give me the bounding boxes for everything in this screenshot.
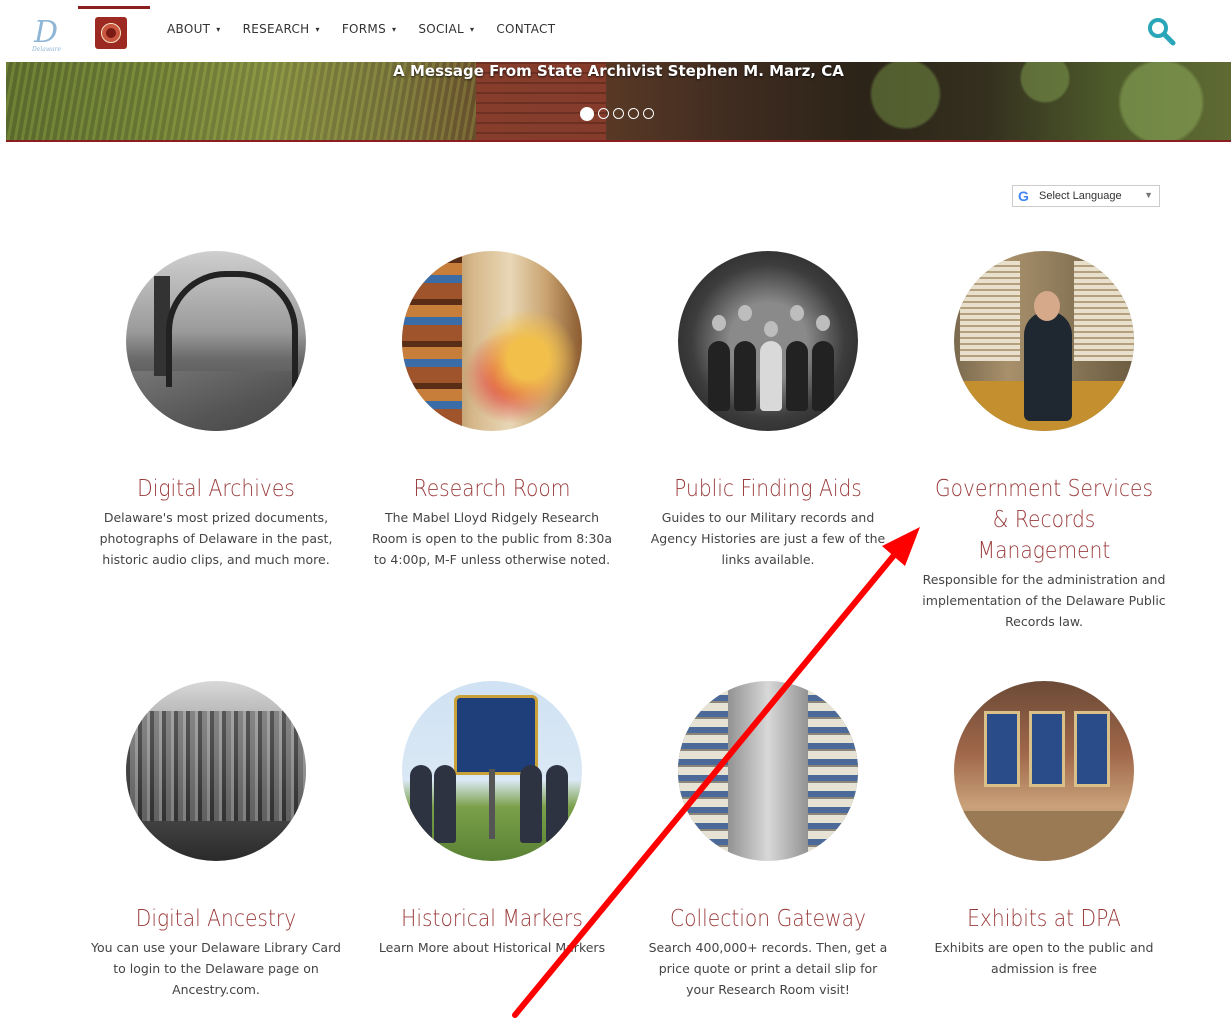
- chevron-down-icon: ▾: [315, 25, 320, 34]
- google-icon: G: [1018, 188, 1029, 204]
- photo-figure: [734, 341, 756, 411]
- svg-text:D: D: [33, 15, 58, 50]
- menu-item-social[interactable]: SOCIAL ▾: [418, 22, 474, 36]
- menu-label: CONTACT: [496, 22, 556, 36]
- person-head: [1034, 291, 1060, 321]
- photo-figure: [786, 341, 808, 411]
- menu-item-research[interactable]: RESEARCH ▾: [243, 22, 320, 36]
- tile-exhibits: Exhibits at DPA Exhibits are open to the…: [919, 681, 1169, 979]
- photo-face: [712, 315, 726, 331]
- main-menu: ABOUT ▾ RESEARCH ▾ FORMS ▾ SOCIAL ▾ CONTACT: [167, 22, 577, 36]
- menu-label: SOCIAL: [418, 22, 464, 36]
- tile-title[interactable]: Exhibits at DPA: [934, 904, 1154, 935]
- collection-gateway-image[interactable]: [678, 681, 858, 861]
- menu-label: ABOUT: [167, 22, 211, 36]
- top-nav: D Delaware ABOUT ▾ RESEARCH ▾ FORMS ▾ SOCIA…: [0, 0, 1231, 62]
- digital-archives-image[interactable]: [126, 251, 306, 431]
- menu-item-about[interactable]: ABOUT ▾: [167, 22, 221, 36]
- seal-icon: [95, 17, 127, 49]
- tile-description: The Mabel Lloyd Ridgely Research Room is…: [371, 510, 613, 567]
- tile-description: Search 400,000+ records. Then, get a pri…: [648, 940, 888, 997]
- menu-label: RESEARCH: [242, 22, 310, 36]
- slider-dot-3[interactable]: [613, 108, 624, 119]
- archive-shelf: [808, 681, 858, 861]
- slider-dot-4[interactable]: [628, 108, 639, 119]
- tile-title[interactable]: Collection Gateway: [658, 904, 878, 935]
- tile-public-finding-aids: Public Finding Aids Guides to our Milita…: [643, 251, 893, 570]
- photo-face: [790, 305, 804, 321]
- hero-caption[interactable]: A Message From State Archivist Stephen M…: [6, 62, 1231, 80]
- tile-description: Responsible for the administration and i…: [922, 572, 1166, 629]
- delaware-logo[interactable]: D Delaware: [28, 10, 72, 54]
- chevron-down-icon: ▾: [216, 25, 221, 34]
- person: [410, 765, 432, 843]
- tile-title[interactable]: Research Room: [382, 474, 602, 505]
- exhibits-image[interactable]: [954, 681, 1134, 861]
- language-select[interactable]: G Select Language ▼: [1012, 185, 1160, 207]
- search-icon[interactable]: [1146, 16, 1176, 46]
- historical-markers-image[interactable]: [402, 681, 582, 861]
- hero-border: [6, 140, 1231, 142]
- paper-stack: [960, 261, 1020, 361]
- tile-description: Exhibits are open to the public and admi…: [934, 940, 1154, 976]
- window: [1074, 711, 1110, 787]
- slider-dot-5[interactable]: [643, 108, 654, 119]
- menu-item-contact[interactable]: CONTACT: [496, 22, 555, 36]
- lobby-floor: [954, 811, 1134, 861]
- person: [520, 765, 542, 843]
- archives-seal-logo[interactable]: [78, 6, 150, 59]
- person: [546, 765, 568, 843]
- svg-text:Delaware: Delaware: [31, 46, 61, 53]
- tile-title[interactable]: Historical Markers: [382, 904, 602, 935]
- tile-description: Learn More about Historical Markers: [378, 940, 606, 955]
- window: [984, 711, 1020, 787]
- research-room-image[interactable]: [402, 251, 582, 431]
- digital-ancestry-image[interactable]: [126, 681, 306, 861]
- tile-collection-gateway: Collection Gateway Search 400,000+ recor…: [643, 681, 893, 1000]
- tile-government-services: Government Services & Records Management…: [919, 251, 1169, 632]
- photo-figure: [812, 341, 834, 411]
- tile-title[interactable]: Digital Ancestry: [106, 904, 326, 935]
- chevron-down-icon: ▾: [470, 25, 475, 34]
- slider-dot-1[interactable]: [580, 107, 594, 121]
- window: [1029, 711, 1065, 787]
- paper-stack: [1074, 261, 1134, 361]
- tile-description: You can use your Delaware Library Card t…: [91, 940, 341, 997]
- chevron-down-icon: ▾: [391, 25, 397, 34]
- tile-research-room: Research Room The Mabel Lloyd Ridgely Re…: [367, 251, 617, 570]
- photo-figure: [760, 341, 782, 411]
- government-services-image[interactable]: [954, 251, 1134, 431]
- tile-title[interactable]: Digital Archives: [106, 474, 326, 505]
- bridge-arch: [166, 271, 298, 387]
- photo-face: [816, 315, 830, 331]
- hero-slider[interactable]: A Message From State Archivist Stephen M…: [6, 62, 1231, 142]
- photo-figure: [708, 341, 730, 411]
- dropdown-arrow-icon: ▼: [1144, 190, 1153, 200]
- language-select-label: Select Language: [1039, 190, 1122, 202]
- photo-face: [738, 305, 752, 321]
- bookshelf: [402, 251, 462, 431]
- tile-digital-archives: Digital Archives Delaware's most prized …: [91, 251, 341, 570]
- menu-item-forms[interactable]: FORMS ▾: [342, 22, 396, 36]
- marker-post: [489, 769, 495, 839]
- public-finding-aids-image[interactable]: [678, 251, 858, 431]
- tile-description: Guides to our Military records and Agenc…: [650, 510, 886, 567]
- archive-shelf: [678, 681, 728, 861]
- person: [434, 765, 456, 843]
- person: [1024, 311, 1072, 421]
- tile-description: Delaware's most prized documents, photog…: [99, 510, 333, 567]
- photo-face: [764, 321, 778, 337]
- slider-dot-2[interactable]: [598, 108, 609, 119]
- menu-label: FORMS: [341, 22, 386, 36]
- orchard-trees: [126, 711, 306, 821]
- tile-digital-ancestry: Digital Ancestry You can use your Delawa…: [91, 681, 341, 1000]
- marker-sign: [454, 695, 538, 775]
- tile-title[interactable]: Public Finding Aids: [658, 474, 878, 505]
- tile-historical-markers: Historical Markers Learn More about Hist…: [367, 681, 617, 958]
- slider-dots: [580, 107, 654, 121]
- tile-title[interactable]: Government Services & Records Management: [934, 474, 1154, 567]
